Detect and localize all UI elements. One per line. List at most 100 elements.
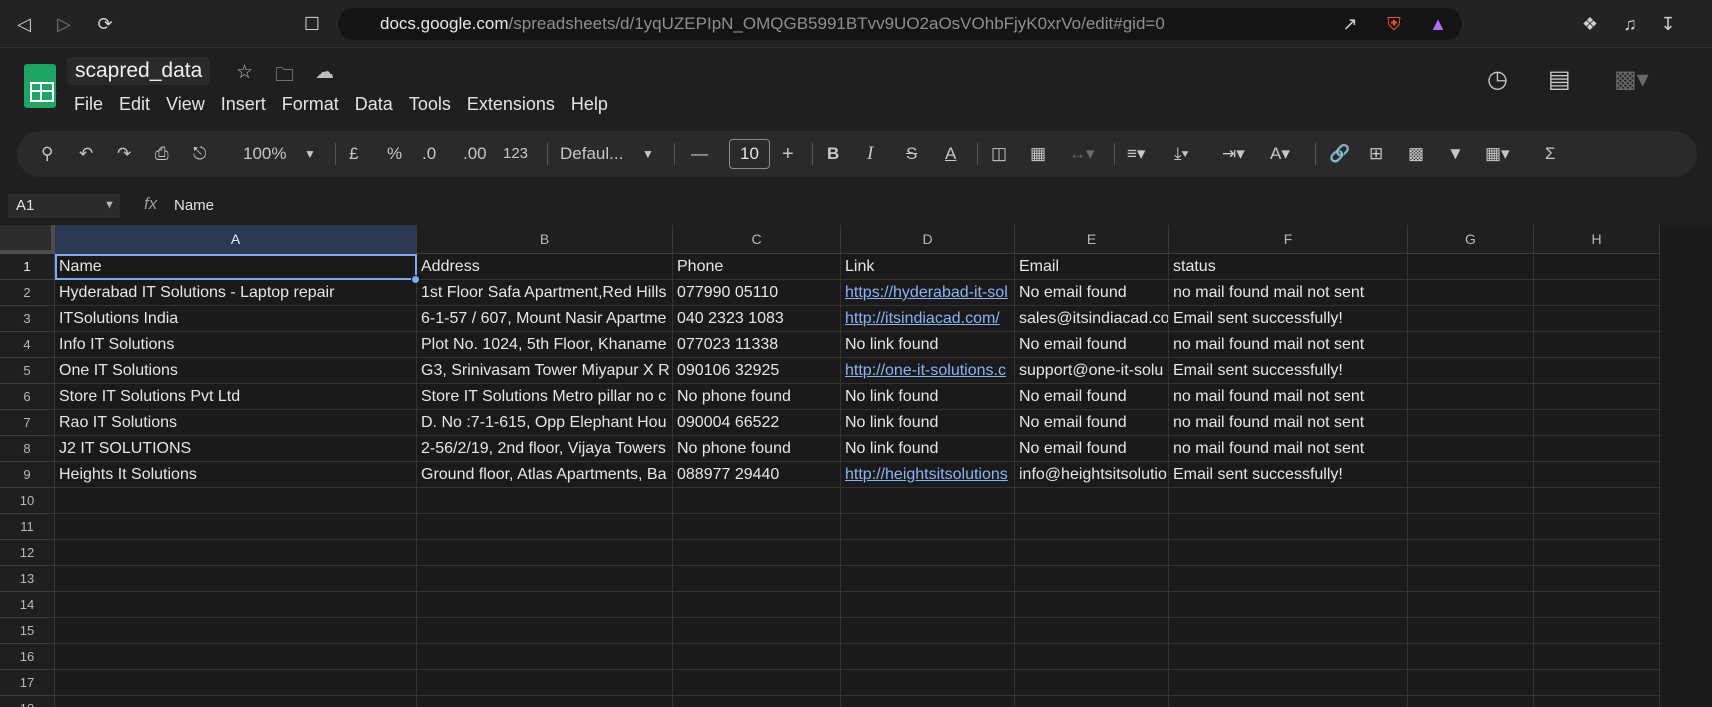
cell-c10[interactable]	[673, 488, 841, 514]
cell-d9[interactable]: http://heightsitsolutions	[841, 462, 1015, 488]
cell-f10[interactable]	[1169, 488, 1408, 514]
brave-shield-icon[interactable]: ⛨	[1380, 10, 1408, 38]
undo-icon[interactable]: ↶	[79, 143, 93, 165]
menu-view[interactable]: View	[158, 93, 213, 115]
cell-b4[interactable]: Plot No. 1024, 5th Floor, Khaname	[417, 332, 673, 358]
vertical-align-icon[interactable]: ⤓▾	[1174, 143, 1189, 165]
menu-tools[interactable]: Tools	[401, 93, 459, 115]
cell-h13[interactable]	[1534, 566, 1660, 592]
row-header[interactable]: 13	[0, 566, 55, 592]
cell-g6[interactable]	[1408, 384, 1534, 410]
row-header[interactable]: 1	[0, 254, 55, 280]
cell-a8[interactable]: J2 IT SOLUTIONS	[55, 436, 417, 462]
cell-e15[interactable]	[1015, 618, 1169, 644]
column-header-h[interactable]: H	[1534, 225, 1660, 254]
address-bar[interactable]: docs.google.com/spreadsheets/d/1yqUZEPIp…	[338, 8, 1462, 40]
cell-f2[interactable]: no mail found mail not sent	[1169, 280, 1408, 306]
cell-d14[interactable]	[841, 592, 1015, 618]
cell-b10[interactable]	[417, 488, 673, 514]
cell-c5[interactable]: 090106 32925	[673, 358, 841, 384]
decrease-font-size-button[interactable]: —	[691, 143, 708, 165]
move-folder-icon[interactable]: 🗀	[275, 61, 294, 93]
cell-c7[interactable]: 090004 66522	[673, 410, 841, 436]
cell-a15[interactable]	[55, 618, 417, 644]
cell-b18[interactable]	[417, 696, 673, 707]
search-menus-icon[interactable]: ⚲	[41, 143, 53, 165]
column-header-b[interactable]: B	[417, 225, 673, 254]
cell-a6[interactable]: Store IT Solutions Pvt Ltd	[55, 384, 417, 410]
cell-g7[interactable]	[1408, 410, 1534, 436]
row-header[interactable]: 10	[0, 488, 55, 514]
cell-c14[interactable]	[673, 592, 841, 618]
cell-f6[interactable]: no mail found mail not sent	[1169, 384, 1408, 410]
cell-e13[interactable]	[1015, 566, 1169, 592]
cell-e5[interactable]: support@one-it-solu	[1015, 358, 1169, 384]
text-rotation-icon[interactable]: A▾	[1270, 143, 1290, 165]
menu-edit[interactable]: Edit	[111, 93, 158, 115]
row-header[interactable]: 12	[0, 540, 55, 566]
cell-e4[interactable]: No email found	[1015, 332, 1169, 358]
italic-button[interactable]: I	[867, 143, 873, 165]
cell-b1[interactable]: Address	[417, 254, 673, 280]
cell-c6[interactable]: No phone found	[673, 384, 841, 410]
cell-g16[interactable]	[1408, 644, 1534, 670]
cell-a9[interactable]: Heights It Solutions	[55, 462, 417, 488]
cell-f18[interactable]	[1169, 696, 1408, 707]
cell-f4[interactable]: no mail found mail not sent	[1169, 332, 1408, 358]
column-header-d[interactable]: D	[841, 225, 1015, 254]
cell-d4[interactable]: No link found	[841, 332, 1015, 358]
cell-e1[interactable]: Email	[1015, 254, 1169, 280]
cell-c15[interactable]	[673, 618, 841, 644]
cell-c13[interactable]	[673, 566, 841, 592]
cell-d7[interactable]: No link found	[841, 410, 1015, 436]
media-icon[interactable]: ♫	[1616, 10, 1644, 38]
currency-format-button[interactable]: £	[349, 143, 358, 165]
cell-d11[interactable]	[841, 514, 1015, 540]
cell-c12[interactable]	[673, 540, 841, 566]
fill-color-icon[interactable]: ◫	[991, 143, 1007, 165]
cell-g1[interactable]	[1408, 254, 1534, 280]
cell-g12[interactable]	[1408, 540, 1534, 566]
version-history-icon[interactable]: ◷	[1487, 65, 1508, 94]
functions-icon[interactable]: Σ	[1545, 143, 1556, 165]
cell-h14[interactable]	[1534, 592, 1660, 618]
cell-a14[interactable]	[55, 592, 417, 618]
text-wrapping-icon[interactable]: ⇥▾	[1222, 143, 1245, 165]
cell-f1[interactable]: status	[1169, 254, 1408, 280]
filter-views-icon[interactable]: ▦▾	[1485, 143, 1510, 165]
row-header[interactable]: 4	[0, 332, 55, 358]
menu-help[interactable]: Help	[563, 93, 616, 115]
cloud-saved-icon[interactable]: ☁	[315, 61, 334, 84]
cell-a2[interactable]: Hyderabad IT Solutions - Laptop repair	[55, 280, 417, 306]
name-box-chevron-down-icon[interactable]: ▼	[104, 199, 115, 211]
cell-g11[interactable]	[1408, 514, 1534, 540]
cell-f5[interactable]: Email sent successfully!	[1169, 358, 1408, 384]
cell-f8[interactable]: no mail found mail not sent	[1169, 436, 1408, 462]
cell-c8[interactable]: No phone found	[673, 436, 841, 462]
cell-b13[interactable]	[417, 566, 673, 592]
cell-g4[interactable]	[1408, 332, 1534, 358]
increase-decimal-button[interactable]: .00	[463, 143, 487, 165]
cell-g8[interactable]	[1408, 436, 1534, 462]
reload-icon[interactable]: ⟳	[91, 10, 119, 38]
column-header-a[interactable]: A	[55, 225, 417, 254]
row-header[interactable]: 16	[0, 644, 55, 670]
cell-h5[interactable]	[1534, 358, 1660, 384]
cell-h8[interactable]	[1534, 436, 1660, 462]
zoom-chevron-down-icon[interactable]: ▼	[304, 143, 316, 165]
cell-g2[interactable]	[1408, 280, 1534, 306]
cell-e17[interactable]	[1015, 670, 1169, 696]
star-icon[interactable]: ☆	[236, 61, 253, 84]
cell-f7[interactable]: no mail found mail not sent	[1169, 410, 1408, 436]
back-icon[interactable]: ◁	[10, 10, 38, 38]
strikethrough-button[interactable]: S	[906, 143, 917, 165]
cell-f16[interactable]	[1169, 644, 1408, 670]
cell-d15[interactable]	[841, 618, 1015, 644]
column-header-g[interactable]: G	[1408, 225, 1534, 254]
row-header[interactable]: 9	[0, 462, 55, 488]
row-header[interactable]: 7	[0, 410, 55, 436]
row-header[interactable]: 15	[0, 618, 55, 644]
cell-a3[interactable]: ITSolutions India	[55, 306, 417, 332]
cell-g13[interactable]	[1408, 566, 1534, 592]
menu-format[interactable]: Format	[274, 93, 347, 115]
